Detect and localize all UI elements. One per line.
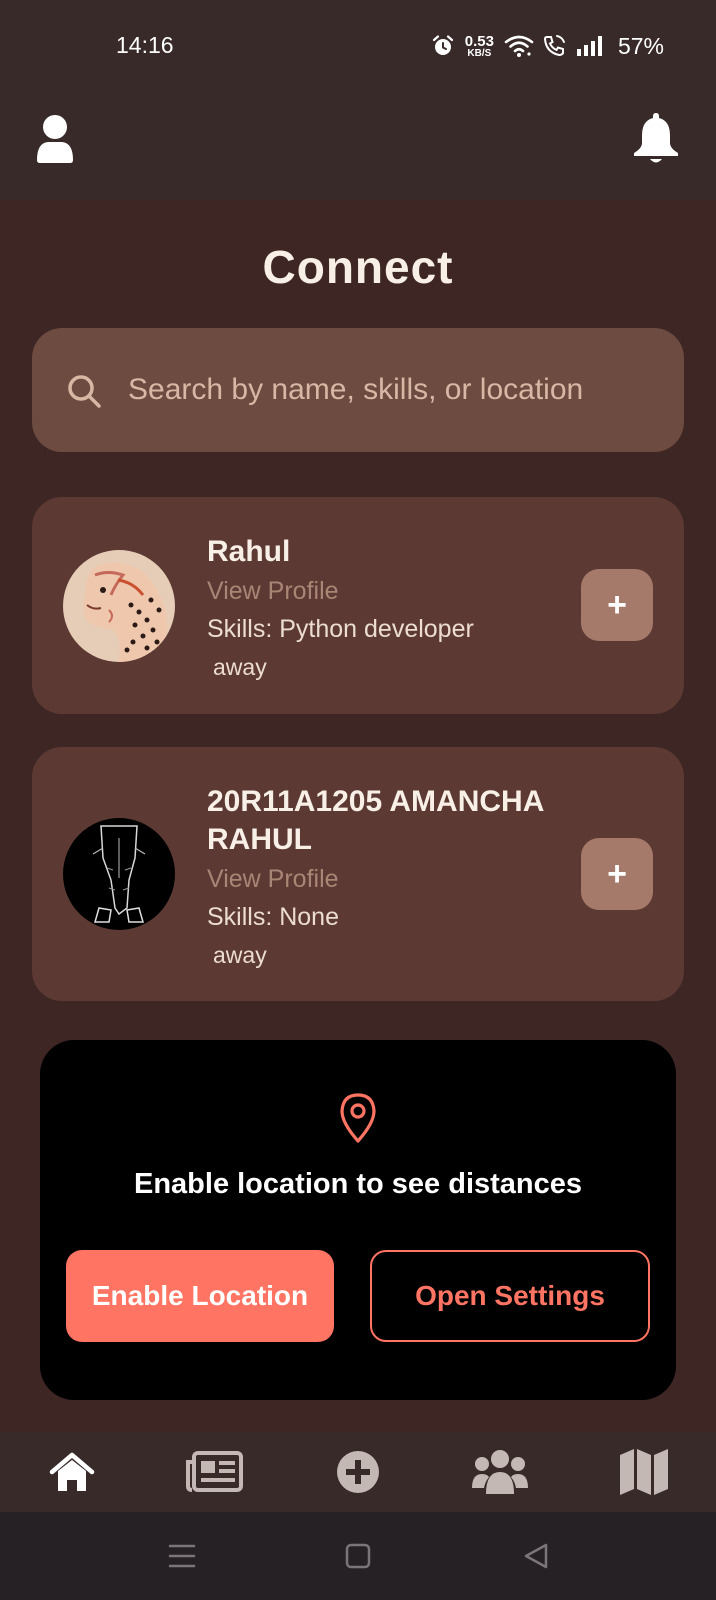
user-skills: Skills: None [207,903,339,931]
notifications-button[interactable] [630,110,682,166]
search-icon [68,375,101,408]
open-settings-button[interactable]: Open Settings [370,1250,650,1342]
user-name: 20R11A1205 AMANCHA RAHUL [207,785,544,856]
battery-level: 57% [617,32,664,59]
nav-create[interactable] [328,1444,388,1500]
system-nav-bar [0,1512,716,1600]
net-speed-value: 0.53 [464,32,494,50]
status-bar: 14:16 0.53 KB/S 57% [0,0,716,92]
location-message: Enable location to see distances [133,1168,583,1200]
nav-community[interactable] [470,1444,530,1500]
user-info: 20R11A1205 AMANCHA RAHUL View Profile Sk… [207,783,577,974]
profile-button[interactable] [34,114,76,164]
status-icons: 0.53 KB/S 57% [431,30,664,62]
view-profile-link[interactable]: View Profile [207,860,577,898]
plus-icon: + [607,586,627,624]
avatar[interactable] [63,550,175,662]
home-square-icon[interactable] [340,1538,376,1574]
cheetah-avatar [63,550,175,662]
status-time: 14:16 [116,32,174,58]
nav-news[interactable] [184,1444,244,1500]
user-icon [37,115,73,163]
app-header [0,92,716,200]
wifi-icon [504,35,534,57]
user-name: Rahul [207,535,291,568]
location-pin-icon [340,1093,376,1143]
user-card: Rahul View Profile Skills: Python develo… [32,497,684,714]
users-icon [472,1450,528,1494]
bell-icon [634,113,678,163]
alarm-icon [432,35,453,55]
user-distance: away [213,942,267,968]
user-info: Rahul View Profile Skills: Python develo… [207,533,577,686]
user-card: 20R11A1205 AMANCHA RAHUL View Profile Sk… [32,747,684,1001]
add-connection-button[interactable]: + [581,838,653,910]
search-box[interactable] [32,328,684,452]
view-profile-link[interactable]: View Profile [207,572,577,610]
wifi-calling-icon [543,35,565,57]
page-title: Connect [262,241,454,293]
map-icon [620,1449,668,1495]
back-icon[interactable] [518,1538,554,1574]
nav-home[interactable] [42,1444,102,1500]
signal-icon [576,36,602,56]
person-sketch-avatar [63,818,175,930]
plus-icon: + [607,855,627,893]
avatar[interactable] [63,818,175,930]
net-speed-unit: KB/S [467,47,492,59]
bottom-nav [0,1432,716,1512]
add-connection-button[interactable]: + [581,569,653,641]
search-input[interactable] [128,356,658,424]
location-prompt: Enable location to see distances Enable … [40,1040,676,1400]
user-distance: away [213,654,267,680]
net-speed: 0.53 KB/S [465,34,494,59]
news-icon [186,1451,243,1492]
add-circle-icon [337,1451,379,1493]
enable-location-button[interactable]: Enable Location [66,1250,334,1342]
home-icon [49,1452,95,1491]
user-skills: Skills: Python developer [207,615,474,643]
nav-map[interactable] [614,1444,674,1500]
menu-icon[interactable] [164,1538,200,1574]
